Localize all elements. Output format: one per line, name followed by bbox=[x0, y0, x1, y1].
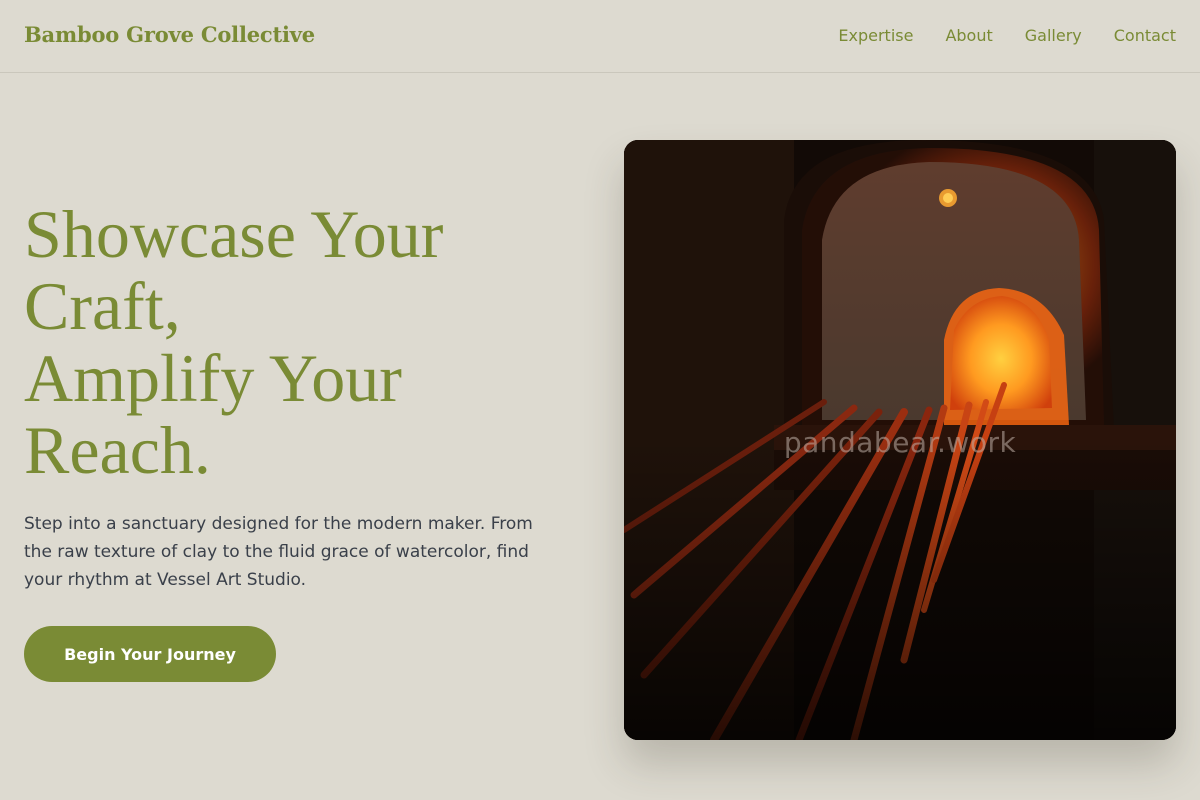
main-nav: Expertise About Gallery Contact bbox=[838, 26, 1176, 45]
hero-headline: Showcase Your Craft, Amplify Your Reach. bbox=[24, 198, 584, 486]
nav-link-gallery[interactable]: Gallery bbox=[1025, 26, 1082, 45]
begin-journey-button[interactable]: Begin Your Journey bbox=[24, 626, 276, 682]
brand-logo-link[interactable]: Bamboo Grove Collective bbox=[24, 22, 315, 47]
headline-line-4: Reach. bbox=[24, 412, 211, 488]
site-header: Bamboo Grove Collective Expertise About … bbox=[0, 0, 1200, 73]
hero-description: Step into a sanctuary designed for the m… bbox=[24, 514, 533, 590]
nav-link-about[interactable]: About bbox=[945, 26, 992, 45]
headline-line-3: Amplify Your bbox=[24, 340, 402, 416]
headline-line-1: Showcase Your bbox=[24, 196, 444, 272]
headline-line-2: Craft, bbox=[24, 268, 181, 344]
nav-link-contact[interactable]: Contact bbox=[1114, 26, 1176, 45]
nav-link-expertise[interactable]: Expertise bbox=[838, 26, 913, 45]
image-watermark: pandabear.work bbox=[783, 426, 1017, 459]
hero-image: pandabear.work bbox=[624, 140, 1176, 740]
